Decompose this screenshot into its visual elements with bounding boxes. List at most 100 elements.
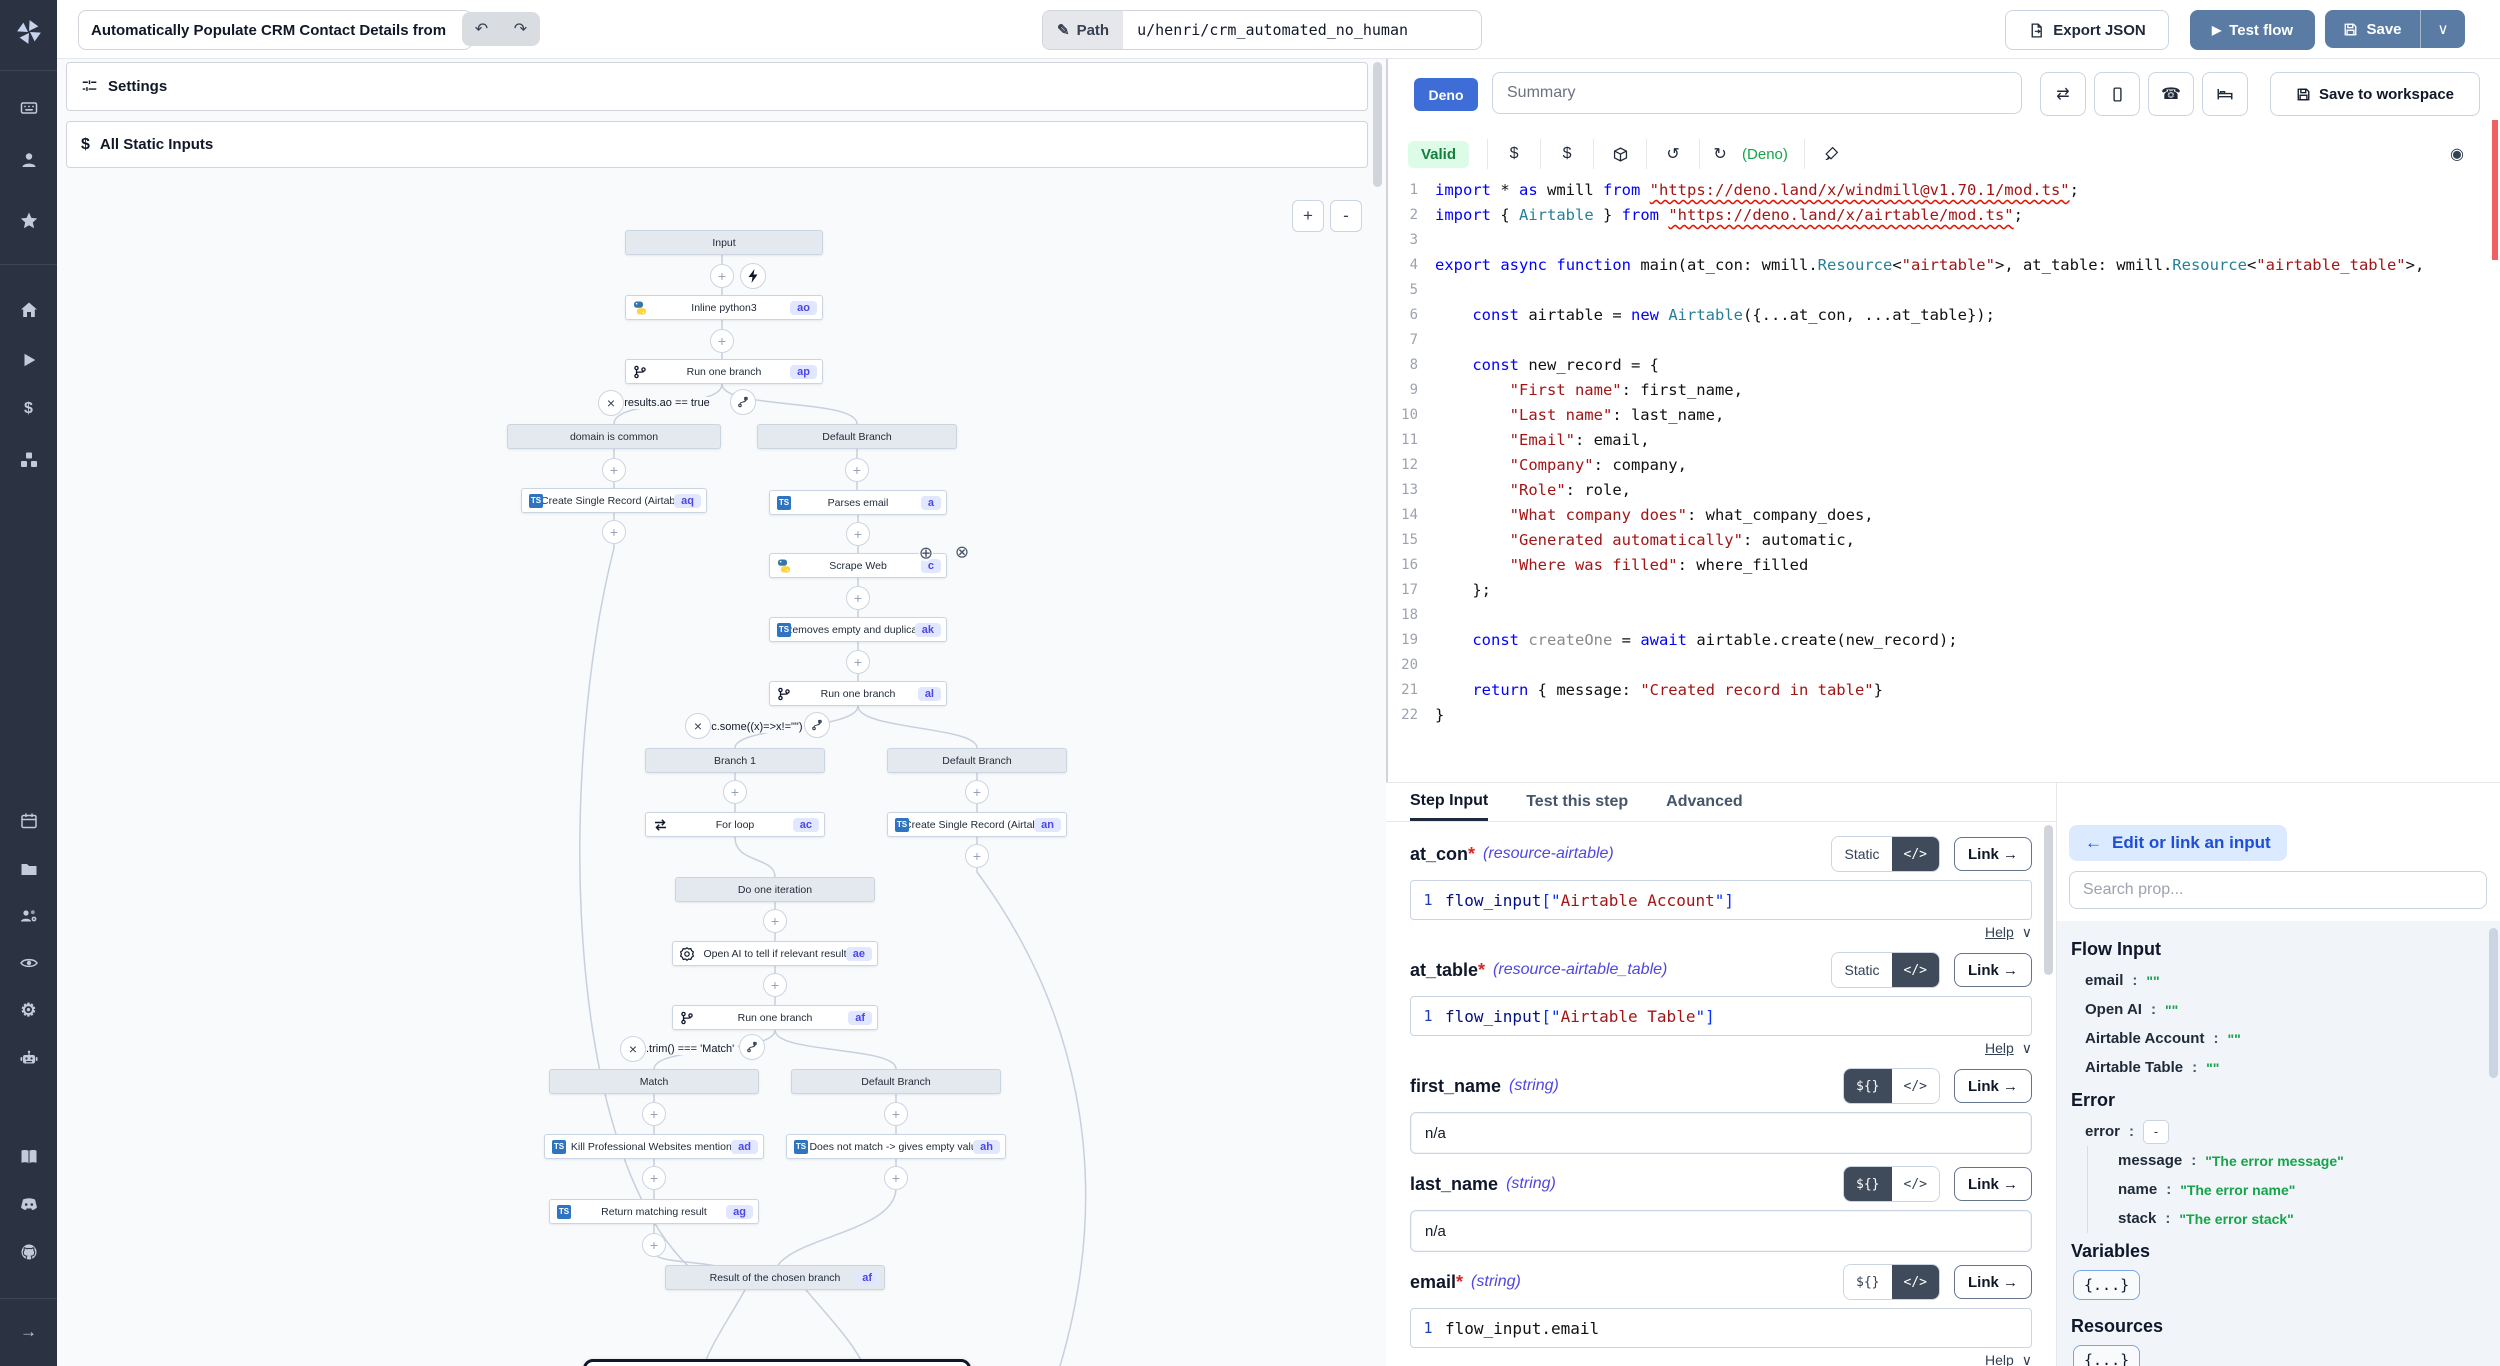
test-flow-button[interactable]: ▶ Test flow — [2190, 10, 2315, 50]
flow-panel-scrollbar[interactable] — [1373, 62, 1382, 187]
path-edit-button[interactable]: ✎Path — [1043, 11, 1123, 49]
sync-button[interactable]: ⇄ — [2040, 72, 2086, 116]
flow-title-input[interactable]: Automatically Populate CRM Contact Detai… — [78, 10, 472, 50]
static-mode-segment[interactable]: Static — [1832, 953, 1891, 987]
field-value-input[interactable]: n/a — [1410, 1210, 2032, 1252]
discord-icon[interactable] — [0, 1184, 57, 1224]
code-mode-segment[interactable]: </> — [1892, 953, 1939, 987]
prop-row-name[interactable]: name:"The error name" — [2087, 1175, 2486, 1204]
flow-node-run-one-branch[interactable]: Run one branchap — [625, 359, 823, 384]
help-link[interactable]: Help — [1985, 1040, 2014, 1056]
help-link[interactable]: Help — [1985, 924, 2014, 940]
prop-row-open-ai[interactable]: Open AI:"" — [2071, 995, 2486, 1024]
diff-icon[interactable]: ◉ — [2450, 144, 2464, 164]
input-mode-toggle[interactable]: ${}</> — [1843, 1264, 1940, 1300]
insert-step-button[interactable]: + — [763, 973, 787, 997]
zoom-in-button[interactable]: + — [1292, 200, 1324, 232]
export-json-button[interactable]: Export JSON — [2005, 10, 2169, 50]
expand-object-button[interactable]: {...} — [2073, 1345, 2140, 1366]
field-code-editor[interactable]: 1flow_input["Airtable Table"] — [1410, 996, 2032, 1036]
flow-node-kill-professional-websites-mentions[interactable]: TSKill Professional Websites mentionsad — [544, 1134, 764, 1159]
collapse-button[interactable]: - — [2143, 1120, 2169, 1144]
input-mode-toggle[interactable]: Static</> — [1831, 836, 1940, 872]
add-branch-button[interactable] — [730, 389, 756, 415]
format-button[interactable] — [1805, 146, 1857, 162]
link-button[interactable]: Link → — [1954, 1265, 2032, 1299]
insert-step-button[interactable]: + — [710, 329, 734, 353]
path-value[interactable]: u/henri/crm_automated_no_human — [1123, 11, 1481, 49]
static-mode-segment[interactable]: ${} — [1844, 1069, 1891, 1103]
edit-or-link-input-button[interactable]: ← Edit or link an input — [2069, 825, 2287, 861]
flow-node-does-not-match-gives-empty-value[interactable]: TSDoes not match -> gives empty valueah — [786, 1134, 1006, 1159]
code-mode-segment[interactable]: </> — [1892, 1069, 1939, 1103]
insert-step-button[interactable]: + — [884, 1166, 908, 1190]
insert-step-button[interactable]: + — [965, 844, 989, 868]
mobile-preview-button[interactable] — [2094, 72, 2140, 116]
insert-step-button[interactable]: + — [845, 458, 869, 482]
insert-step-button[interactable]: + — [642, 1166, 666, 1190]
prop-row-airtable-table[interactable]: Airtable Table:"" — [2071, 1053, 2486, 1082]
field-code-editor[interactable]: 1flow_input["Airtable Account"] — [1410, 880, 2032, 920]
flow-node-inline-python3[interactable]: Inline python3ao — [625, 295, 823, 320]
delete-step-icon[interactable]: ⊗ — [955, 544, 969, 561]
insert-step-button[interactable]: + — [846, 586, 870, 610]
link-button[interactable]: Link → — [1954, 1069, 2032, 1103]
flow-settings-bar[interactable]: Settings — [66, 62, 1368, 111]
undo-button[interactable]: ↶ — [462, 12, 501, 46]
flow-node-parses-email[interactable]: TSParses emaila — [769, 490, 947, 515]
reload-button[interactable]: ↻ — [1700, 144, 1740, 164]
move-step-icon[interactable]: ⊕ — [919, 545, 933, 562]
all-static-inputs-bar[interactable]: $ All Static Inputs — [66, 121, 1368, 168]
insert-step-button[interactable]: + — [884, 1102, 908, 1126]
flow-node-default-branch[interactable]: Default Branch — [757, 424, 957, 449]
prop-panel-scrollbar[interactable] — [2489, 928, 2498, 1078]
prop-row-airtable-account[interactable]: Airtable Account:"" — [2071, 1024, 2486, 1053]
save-to-workspace-button[interactable]: Save to workspace — [2270, 72, 2480, 116]
resource-picker-button[interactable]: $ — [1541, 145, 1593, 163]
error-handler-node[interactable]: Error handler deno — [583, 1359, 971, 1366]
flow-node-open-ai-to-tell-if-relevant-result[interactable]: Open AI to tell if relevant resultae — [672, 941, 878, 966]
code-editor[interactable]: 1import * as wmill from "https://deno.la… — [1388, 178, 2500, 782]
chevron-down-icon[interactable]: ∨ — [2022, 1352, 2032, 1366]
flow-node-match[interactable]: Match — [549, 1069, 759, 1094]
search-prop-input[interactable] — [2069, 871, 2487, 909]
summary-input[interactable] — [1492, 72, 2022, 114]
kit-button[interactable] — [2202, 72, 2248, 116]
flow-node-create-single-record-airtable[interactable]: TSCreate Single Record (Airtable)aq — [521, 488, 707, 513]
remove-branch-button[interactable]: × — [620, 1036, 646, 1062]
insert-step-button[interactable]: + — [642, 1233, 666, 1257]
zoom-out-button[interactable]: - — [1330, 200, 1362, 232]
link-button[interactable]: Link → — [1954, 953, 2032, 987]
static-mode-segment[interactable]: ${} — [1844, 1167, 1891, 1201]
field-code-editor[interactable]: 1flow_input.email — [1410, 1308, 2032, 1348]
dollar-icon[interactable]: $ — [0, 389, 57, 429]
insert-step-button[interactable]: + — [846, 650, 870, 674]
flow-node-input[interactable]: Input — [625, 230, 823, 255]
step-panel-scrollbar[interactable] — [2044, 825, 2053, 975]
flow-node-branch-1[interactable]: Branch 1 — [645, 748, 825, 773]
flow-node-run-one-branch[interactable]: Run one branchaf — [672, 1005, 878, 1030]
remove-branch-button[interactable]: × — [598, 390, 624, 416]
gear-icon[interactable]: ⚙ — [0, 990, 57, 1030]
webhook-button[interactable]: ☎ — [2148, 72, 2194, 116]
prop-row-email[interactable]: email:"" — [2071, 966, 2486, 995]
prop-row-stack[interactable]: stack:"The error stack" — [2087, 1204, 2486, 1233]
field-value-input[interactable]: n/a — [1410, 1112, 2032, 1154]
tab-advanced[interactable]: Advanced — [1666, 783, 1742, 821]
insert-step-button[interactable]: + — [846, 522, 870, 546]
flow-node-create-single-record-airtable[interactable]: TSCreate Single Record (Airtable)an — [887, 812, 1067, 837]
star-icon[interactable] — [0, 201, 57, 241]
link-button[interactable]: Link → — [1954, 1167, 2032, 1201]
flow-node-do-one-iteration[interactable]: Do one iteration — [675, 877, 875, 902]
variable-picker-button[interactable]: $ — [1488, 145, 1540, 163]
chevron-down-icon[interactable]: ∨ — [2022, 1040, 2032, 1057]
save-dropdown-button[interactable]: ∨ — [2420, 10, 2465, 48]
link-button[interactable]: Link → — [1954, 837, 2032, 871]
redo-button[interactable]: ↷ — [501, 12, 540, 46]
static-mode-segment[interactable]: ${} — [1844, 1265, 1891, 1299]
insert-step-button[interactable]: + — [723, 780, 747, 804]
flow-node-return-matching-result[interactable]: TSReturn matching resultag — [549, 1199, 759, 1224]
play-icon[interactable] — [0, 340, 57, 380]
add-branch-button[interactable] — [739, 1034, 765, 1060]
tab-test-this-step[interactable]: Test this step — [1526, 783, 1628, 821]
